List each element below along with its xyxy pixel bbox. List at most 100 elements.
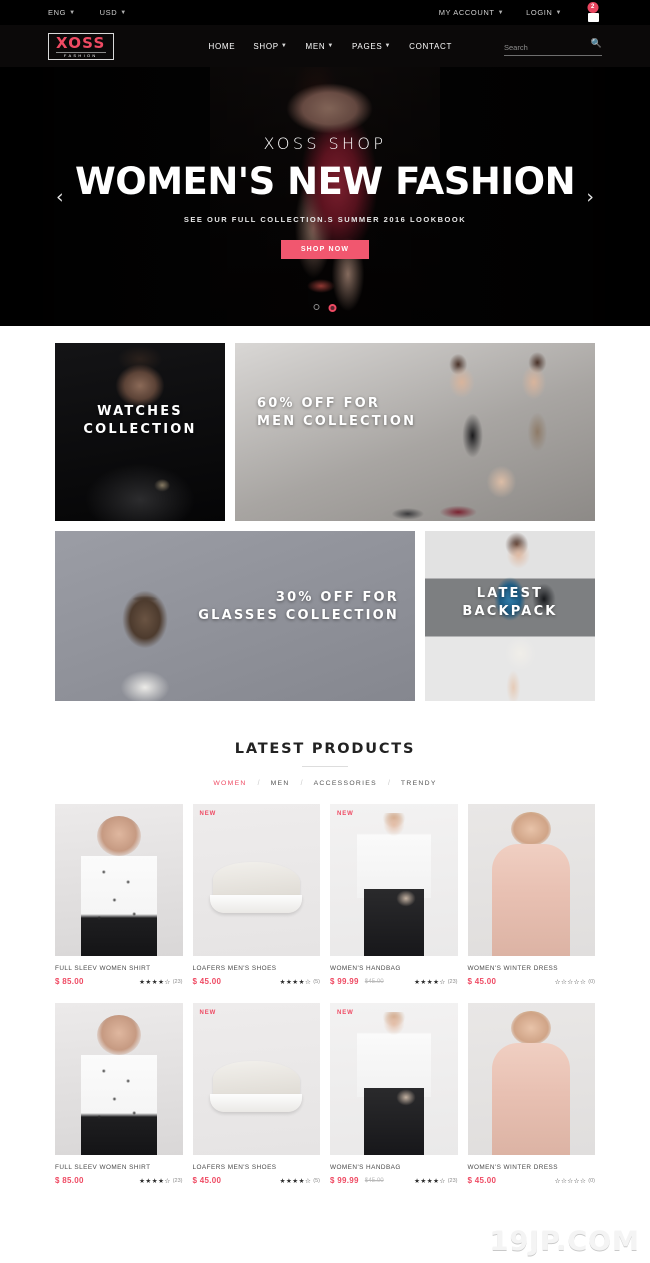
product-image[interactable]: NEW (330, 804, 458, 956)
star-icon: ★ (433, 978, 439, 986)
search-input[interactable] (504, 40, 602, 56)
promo-glasses-collection[interactable]: 30% OFF FOR GLASSES COLLECTION (55, 531, 415, 701)
product-name: LOAFERS MEN'S SHOES (192, 1164, 277, 1171)
currency-selector[interactable]: USD ▼ (100, 8, 127, 17)
currency-label: USD (99, 8, 118, 17)
promo-line-2: MEN COLLECTION (257, 414, 417, 430)
product-name: FULL SLEEV WOMEN SHIRT (55, 965, 151, 972)
top-bar-right: MY ACCOUNT ▼ LOGIN ▼ 2 (439, 1, 602, 23)
hero-slider: XOSS SHOP WOMEN'S NEW FASHION SEE OUR FU… (0, 67, 650, 326)
new-badge: NEW (337, 1010, 354, 1016)
nav-item-men[interactable]: MEN ▼ (305, 42, 334, 51)
star-icon: ★ (292, 978, 299, 986)
promo-row-2: 30% OFF FOR GLASSES COLLECTION LATEST BA… (55, 531, 595, 701)
slider-dot-2[interactable] (328, 304, 337, 312)
product-card[interactable]: FULL SLEEV WOMEN SHIRT $ 85.00 ★ ★ ★ ★ ☆… (55, 1003, 183, 1185)
product-card[interactable]: FULL SLEEV WOMEN SHIRT $ 85.00 ★ ★ ★ ★ ☆… (55, 804, 183, 986)
star-icon: ★ (139, 1177, 145, 1185)
nav-item-contact[interactable]: CONTACT (409, 42, 452, 51)
main-navigation: HOME SHOP ▼ MEN ▼ PAGES ▼ CONTACT (209, 42, 453, 51)
product-meta: $ 45.00 ☆ ☆ ☆ ☆ ☆ (0) (468, 1176, 596, 1185)
product-price: $ 45.00 (192, 1176, 222, 1185)
nav-item-shop[interactable]: SHOP ▼ (253, 42, 287, 51)
filter-trendy[interactable]: TRENDY (401, 780, 437, 787)
product-card[interactable]: NEW LOAFERS MEN'S SHOES $ 45.00 ★ ★ ★ ★ … (192, 804, 320, 986)
product-meta: $ 85.00 ★ ★ ★ ★ ☆ (23) (55, 977, 183, 986)
star-outline-icon: ☆ (579, 978, 586, 986)
product-image[interactable]: NEW (192, 1003, 320, 1155)
slider-next-arrow-icon[interactable]: › (586, 186, 594, 208)
product-name: FULL SLEEV WOMEN SHIRT (55, 1164, 151, 1171)
product-card[interactable]: NEW WOMEN'S HANDBAG $ 99.99 $45.00 ★ ★ ★… (330, 1003, 458, 1185)
product-image[interactable] (467, 804, 595, 956)
product-card[interactable]: NEW LOAFERS MEN'S SHOES $ 45.00 ★ ★ ★ ★ … (192, 1003, 321, 1185)
language-selector[interactable]: ENG ▼ (48, 8, 76, 17)
hero-title: WOMEN'S NEW FASHION (74, 160, 576, 203)
shop-now-button[interactable]: SHOP NOW (280, 240, 370, 259)
nav-label: MEN (305, 41, 326, 51)
rating-count: (5) (313, 978, 320, 985)
language-label: ENG (48, 8, 67, 17)
product-meta: $ 45.00 ☆ ☆ ☆ ☆ ☆ (0) (468, 977, 596, 986)
promo-men-image (235, 343, 595, 521)
filter-separator: / (387, 780, 390, 787)
promo-backpack-text: LATEST BACKPACK (425, 585, 595, 622)
product-rating: ★ ★ ★ ★ ☆ (5) (280, 978, 320, 986)
promo-men-text: 60% OFF FOR MEN COLLECTION (257, 395, 416, 432)
logo-main-text: XOSS (56, 33, 106, 52)
my-account-menu[interactable]: MY ACCOUNT ▼ (439, 8, 504, 17)
latest-products-section: LATEST PRODUCTS WOMEN / MEN / ACCESSORIE… (0, 711, 650, 1185)
top-bar-left: ENG ▼ USD ▼ (48, 8, 127, 17)
promo-men-collection[interactable]: 60% OFF FOR MEN COLLECTION (235, 343, 595, 521)
promo-line-1: 30% OFF FOR (275, 590, 399, 605)
hero-content: XOSS SHOP WOMEN'S NEW FASHION SEE OUR FU… (0, 67, 650, 326)
star-icon: ★ (433, 1177, 439, 1185)
login-menu[interactable]: LOGIN ▼ (526, 8, 562, 17)
promo-line-1: LATEST (476, 586, 544, 601)
product-image[interactable]: NEW (330, 1003, 458, 1155)
product-card[interactable]: WOMEN'S WINTER DRESS $ 45.00 ☆ ☆ ☆ ☆ ☆ (… (467, 804, 596, 986)
product-image[interactable]: NEW (192, 804, 320, 956)
product-card[interactable]: WOMEN'S WINTER DRESS $ 45.00 ☆ ☆ ☆ ☆ ☆ (… (467, 1003, 596, 1185)
product-name: LOAFERS MEN'S SHOES (192, 965, 277, 972)
filter-men[interactable]: MEN (271, 780, 290, 787)
star-outline-icon: ☆ (560, 1177, 567, 1185)
star-icon: ★ (145, 978, 152, 986)
logo[interactable]: XOSS FASHION (48, 32, 114, 60)
product-image[interactable] (55, 804, 183, 956)
star-icon: ★ (285, 1177, 292, 1185)
slider-dot-1[interactable] (313, 304, 320, 310)
slider-prev-arrow-icon[interactable]: ‹ (56, 186, 64, 208)
search-icon[interactable]: 🔍 (591, 38, 602, 49)
product-name: WOMEN'S HANDBAG (330, 1164, 401, 1171)
product-meta: $ 45.00 ★ ★ ★ ★ ☆ (5) (193, 1176, 321, 1185)
star-icon: ★ (151, 1177, 158, 1185)
star-outline-icon: ☆ (439, 1177, 446, 1185)
product-price: $ 99.99 (330, 1176, 359, 1185)
promo-line-1: WATCHES (97, 404, 183, 419)
filter-women[interactable]: WOMEN (213, 780, 246, 787)
nav-item-pages[interactable]: PAGES ▼ (352, 42, 391, 51)
filter-separator: / (300, 780, 303, 787)
product-name: WOMEN'S WINTER DRESS (467, 965, 558, 972)
site-header: XOSS FASHION HOME SHOP ▼ MEN ▼ PAGES ▼ C… (0, 25, 650, 67)
nav-item-home[interactable]: HOME (209, 42, 236, 51)
promo-latest-backpack[interactable]: LATEST BACKPACK (425, 531, 595, 701)
rating-count: (23) (447, 978, 458, 985)
chevron-down-icon: ▼ (384, 43, 392, 49)
star-icon: ★ (298, 978, 305, 986)
filter-accessories[interactable]: ACCESSORIES (314, 780, 377, 787)
watermark: 19JP.COM (489, 1226, 640, 1257)
nav-label: SHOP (253, 41, 279, 51)
star-icon: ★ (279, 978, 286, 986)
product-rating: ☆ ☆ ☆ ☆ ☆ (0) (555, 978, 595, 986)
product-card[interactable]: NEW WOMEN'S HANDBAG $ 99.99 $45.00 ★ ★ ★… (330, 804, 458, 986)
product-image[interactable] (467, 1003, 595, 1155)
promo-line-2: COLLECTION (83, 422, 197, 438)
nav-label: PAGES (351, 41, 383, 51)
new-badge: NEW (199, 1010, 217, 1016)
promo-watches-collection[interactable]: WATCHES COLLECTION (55, 343, 225, 521)
star-outline-icon: ☆ (560, 978, 567, 986)
cart-button[interactable]: 2 (584, 1, 602, 23)
product-image[interactable] (55, 1003, 183, 1155)
